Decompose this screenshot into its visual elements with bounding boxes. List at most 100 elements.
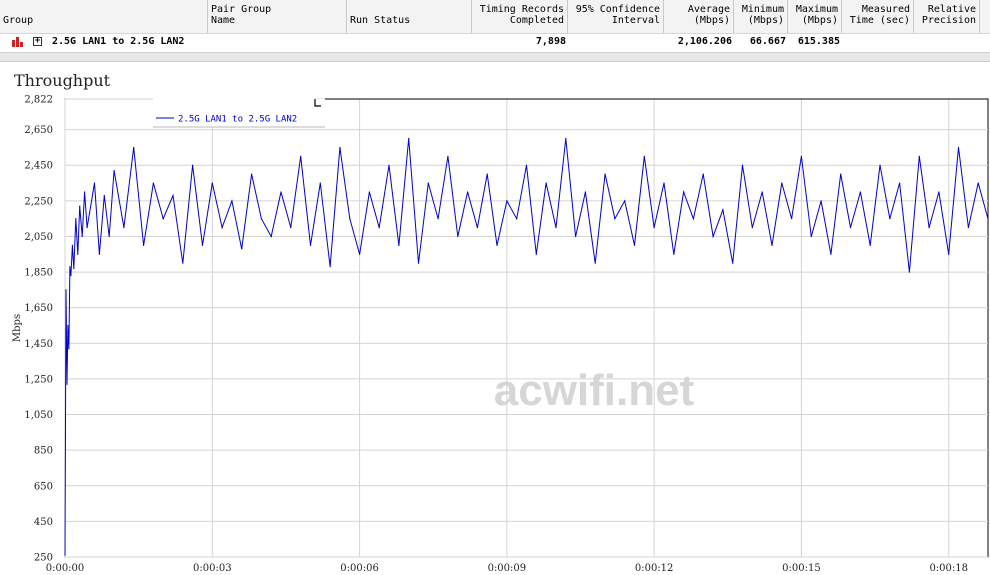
y-tick-label: 2,822 (24, 95, 53, 106)
data-point (368, 191, 370, 193)
data-point (987, 218, 989, 220)
watermark-text: acwifi.net (494, 366, 695, 415)
data-point (69, 266, 71, 268)
y-tick-label: 2,450 (24, 161, 53, 172)
y-tick-label: 250 (34, 553, 53, 564)
data-point (192, 164, 194, 166)
y-tick-label: 2,250 (24, 196, 53, 207)
x-tick-label: 0:00:06 (340, 563, 379, 574)
data-point (889, 218, 891, 220)
data-point (108, 235, 110, 238)
data-point (388, 164, 390, 166)
chart-svg: 2,822 2,650 2,450 2,250 2,050 1,850 1,650 1,450… (12, 95, 989, 574)
table-header: Group Pair Group Name Run Status Timing … (0, 0, 990, 34)
data-point (722, 209, 724, 211)
data-point (525, 164, 528, 166)
x-tick-label: 0:00:12 (635, 563, 674, 574)
data-point (957, 146, 960, 149)
col-confidence-interval[interactable]: 95% Confidence Interval (568, 0, 664, 33)
col-relative-precision[interactable]: Relative Precision (914, 0, 980, 33)
data-point (702, 173, 704, 175)
data-point (319, 182, 321, 184)
data-point (486, 173, 488, 175)
data-point (77, 253, 79, 255)
y-tick-label: 1,050 (24, 410, 53, 421)
legend-entry: 2.5G LAN1 to 2.5G LAN2 (178, 115, 297, 125)
data-point (172, 194, 174, 197)
data-point (633, 244, 636, 246)
col-group[interactable]: Group (0, 0, 208, 33)
col-timing-records[interactable]: Timing Records Completed (472, 0, 568, 33)
y-tick-label: 2,050 (24, 232, 53, 243)
data-point (574, 235, 577, 238)
data-point (67, 324, 69, 327)
col-minimum[interactable]: Minimum (Mbps) (734, 0, 788, 33)
data-point (545, 182, 547, 184)
data-point (948, 253, 950, 255)
data-point (79, 205, 81, 207)
y-tick-label: 1,250 (24, 374, 53, 385)
data-point (88, 212, 91, 214)
y-tick-label: 450 (34, 517, 53, 528)
cell-group: 2.5G LAN1 to 2.5G LAN2 (52, 36, 185, 47)
x-tick-label: 0:00:15 (782, 563, 821, 574)
data-point (830, 253, 832, 255)
data-point (643, 155, 645, 157)
data-point (466, 191, 469, 193)
y-tick-label: 2,650 (24, 125, 53, 136)
data-point (358, 253, 361, 255)
data-point (437, 218, 439, 220)
data-point (398, 244, 400, 246)
data-point (967, 226, 969, 229)
data-point (260, 218, 262, 220)
data-point (162, 218, 164, 220)
data-point (408, 137, 410, 140)
data-point (751, 226, 753, 229)
data-point (75, 218, 77, 220)
data-point (624, 200, 626, 202)
data-point (417, 262, 420, 264)
data-point (653, 226, 655, 229)
data-point (427, 182, 429, 184)
y-tick-label: 1,850 (24, 268, 53, 279)
col-maximum[interactable]: Maximum (Mbps) (788, 0, 842, 33)
data-point (221, 226, 223, 229)
chart-title: Throughput (14, 71, 111, 90)
cell-minimum: 66.667 (749, 36, 786, 47)
data-point (280, 191, 282, 193)
data-point (673, 253, 675, 255)
col-average[interactable]: Average (Mbps) (664, 0, 734, 33)
data-point (496, 244, 498, 246)
data-point (349, 218, 351, 220)
col-pair-group-name[interactable]: Pair Group Name (208, 0, 347, 33)
y-tick-label: 650 (34, 481, 53, 492)
data-point (457, 235, 459, 238)
data-point (800, 155, 803, 157)
data-point (241, 248, 243, 250)
x-tick-label: 0:00:18 (929, 563, 968, 574)
data-point (781, 182, 783, 184)
data-point (123, 226, 125, 229)
data-point (614, 218, 616, 220)
data-point (329, 266, 331, 268)
y-tick-label: 1,450 (24, 339, 53, 350)
data-point (86, 226, 88, 229)
data-point (849, 226, 852, 229)
data-point (840, 173, 842, 175)
x-tick-label: 0:00:03 (193, 563, 232, 574)
cell-maximum: 615.385 (797, 36, 840, 47)
data-point (771, 244, 773, 246)
data-point (683, 191, 685, 193)
data-point (879, 164, 881, 166)
data-point (899, 182, 901, 184)
data-point (211, 182, 213, 184)
table-row[interactable]: 2.5G LAN1 to 2.5G LAN2 7,898 2,106.206 6… (0, 34, 990, 50)
cell-timing-records: 7,898 (535, 36, 566, 47)
col-measured-time[interactable]: Measured Time (sec) (842, 0, 914, 33)
data-point (93, 182, 96, 184)
col-run-status[interactable]: Run Status (347, 0, 472, 33)
throughput-chart: 2,822 2,650 2,450 2,250 2,050 1,850 1,650 1,450… (0, 62, 990, 575)
pane-splitter[interactable] (0, 52, 990, 62)
data-point (908, 271, 911, 273)
data-point (447, 155, 449, 157)
